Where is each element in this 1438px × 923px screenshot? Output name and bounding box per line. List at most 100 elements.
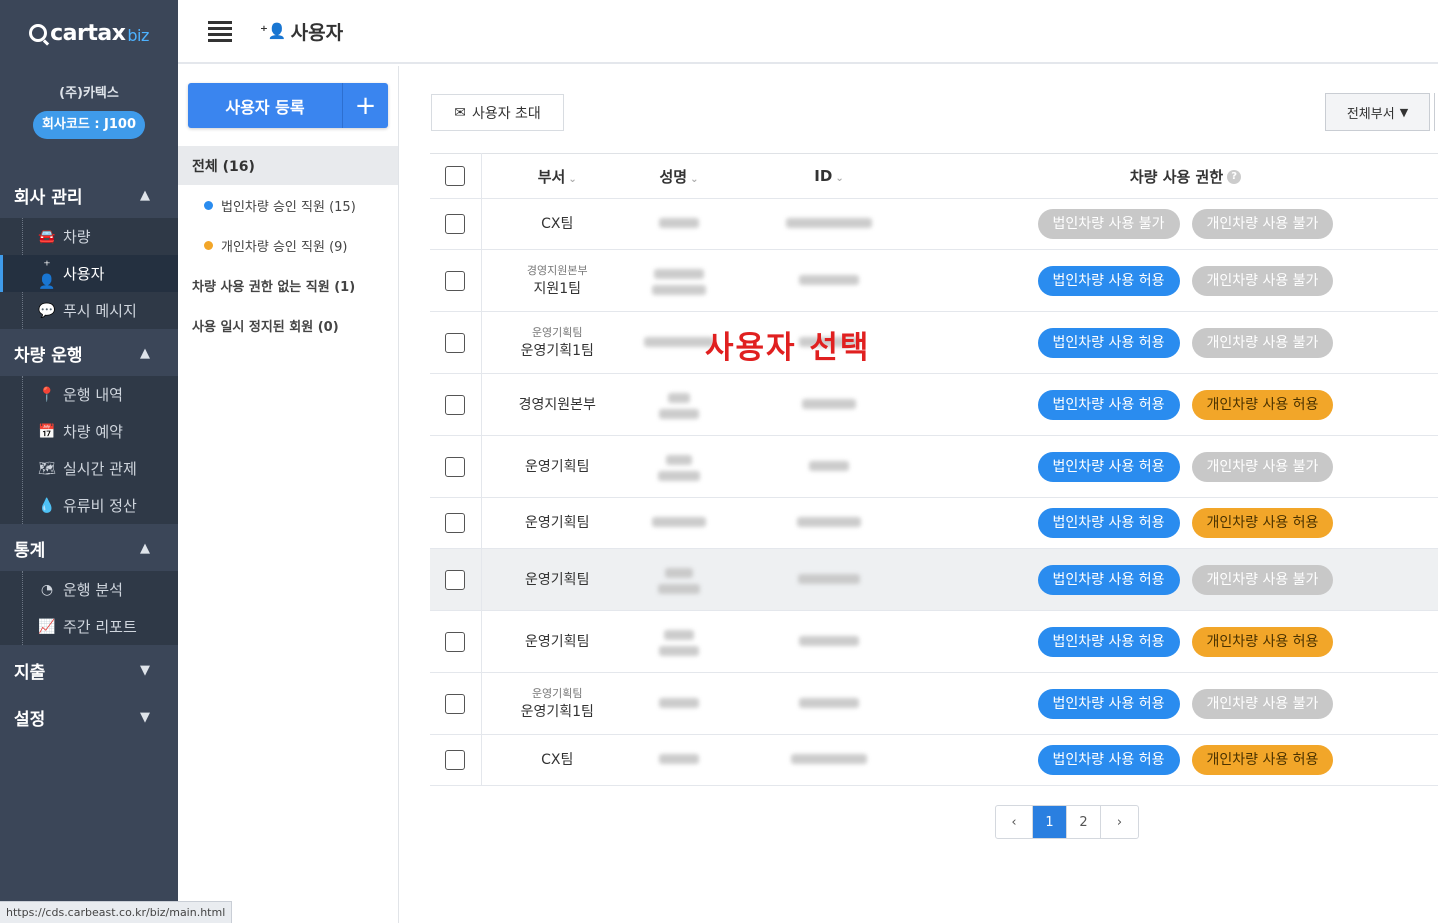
menu-head-label: 회사 관리 xyxy=(14,187,83,208)
logo[interactable]: cartax biz xyxy=(0,0,178,66)
sidebar-item-label: 운행 분석 xyxy=(63,581,123,599)
row-checkbox[interactable] xyxy=(445,569,466,590)
personal-permission-badge[interactable]: 개인차량 사용 허용 xyxy=(1191,389,1334,420)
menu-head-settings[interactable]: 설정 ▼ xyxy=(0,694,178,740)
permission-cell: 법인차량 사용 허용 개인차량 사용 허용 xyxy=(933,610,1438,673)
filter-corp-approved[interactable]: 법인차량 승인 직원 (15) xyxy=(204,196,356,215)
annotation-text: 사용자 선택 xyxy=(705,330,871,366)
sidebar-item-driving-history[interactable]: 📍 운행 내역 xyxy=(0,376,178,413)
row-checkbox[interactable] xyxy=(445,270,466,291)
header-id[interactable]: ID ⌄ xyxy=(725,153,933,199)
table-row[interactable]: 경영지원본부 법인차량 사용 허용 개인차량 사용 허용 xyxy=(430,373,1438,436)
sidebar-item-push-message[interactable]: 💬 푸시 메시지 xyxy=(0,292,178,329)
row-checkbox[interactable] xyxy=(445,394,466,415)
filter-panel: 사용자 등록 + 전체 (16) 법인차량 승인 직원 (15) 개인차량 승인… xyxy=(178,66,399,923)
id-cell xyxy=(725,610,933,673)
dept-cell: 운영기획팀 xyxy=(481,548,633,611)
row-checkbox-cell xyxy=(430,249,482,312)
filter-all[interactable]: 전체 (16) xyxy=(178,146,398,185)
filter-personal-approved[interactable]: 개인차량 승인 직원 (9) xyxy=(204,236,348,255)
sidebar-item-users[interactable]: ⁺👤 사용자 xyxy=(0,255,178,292)
register-user-button[interactable]: 사용자 등록 + xyxy=(188,83,388,128)
sidebar-item-realtime[interactable]: 🗺 실시간 관제 xyxy=(0,450,178,487)
personal-permission-badge[interactable]: 개인차량 사용 불가 xyxy=(1191,451,1334,482)
table-row[interactable]: 운영기획팀 법인차량 사용 허용 개인차량 사용 불가 xyxy=(430,435,1438,498)
corp-permission-badge[interactable]: 법인차량 사용 허용 xyxy=(1037,626,1180,657)
header-checkbox-cell xyxy=(430,153,482,199)
dept-parent: 경영지원본부 xyxy=(526,263,588,277)
page-2-button[interactable]: 2 xyxy=(1067,806,1101,838)
row-checkbox[interactable] xyxy=(445,214,466,234)
menu-toggle-icon[interactable] xyxy=(208,18,232,45)
personal-permission-badge[interactable]: 개인차량 사용 허용 xyxy=(1191,508,1334,538)
dept-name: 운영기획팀 xyxy=(525,458,590,475)
department-select[interactable]: 전체부서 ▼ xyxy=(1325,93,1430,131)
menu-head-expense[interactable]: 지출 ▼ xyxy=(0,647,178,693)
table-row[interactable]: 경영지원본부 지원1팀 법인차량 사용 허용 개인차량 사용 불가 xyxy=(430,249,1438,312)
next-page-button[interactable]: › xyxy=(1101,806,1138,838)
row-checkbox-cell xyxy=(430,198,482,250)
header-name-label: 성명 xyxy=(659,167,688,186)
corp-permission-badge[interactable]: 법인차량 사용 허용 xyxy=(1037,265,1180,296)
sidebar-item-analysis[interactable]: ◔ 운행 분석 xyxy=(0,571,178,608)
personal-permission-badge[interactable]: 개인차량 사용 불가 xyxy=(1191,688,1334,719)
personal-permission-badge[interactable]: 개인차량 사용 불가 xyxy=(1191,564,1334,595)
id-cell xyxy=(725,435,933,498)
personal-permission-badge[interactable]: 개인차량 사용 불가 xyxy=(1191,209,1334,239)
sidebar-item-fuel[interactable]: 💧 유류비 정산 xyxy=(0,487,178,524)
filter-suspended[interactable]: 사용 일시 정지된 회원 (0) xyxy=(192,316,339,335)
filter-no-permission[interactable]: 차량 사용 권한 없는 직원 (1) xyxy=(192,276,355,295)
corp-permission-badge[interactable]: 법인차량 사용 허용 xyxy=(1037,564,1180,595)
menu-head-stats[interactable]: 통계 ▲ xyxy=(0,525,178,571)
table-row[interactable]: 운영기획팀 운영기획1팀 법인차량 사용 허용 개인차량 사용 불가 xyxy=(430,672,1438,735)
row-checkbox[interactable] xyxy=(445,456,466,477)
table-row[interactable]: 운영기획팀 법인차량 사용 허용 개인차량 사용 허용 xyxy=(430,610,1438,673)
menu-group-driving: 차량 운행 ▲ 📍 운행 내역 📅 차량 예약 🗺 실시간 관제 💧 유류비 정… xyxy=(0,330,178,524)
redacted-id xyxy=(797,517,861,527)
row-checkbox[interactable] xyxy=(445,332,466,353)
table-header-row: 부서 ⌄ 성명 ⌄ ID ⌄ 차량 사용 권한? xyxy=(430,153,1438,199)
row-checkbox[interactable] xyxy=(445,693,466,714)
sidebar-item-reservation[interactable]: 📅 차량 예약 xyxy=(0,413,178,450)
user-add-icon: ⁺👤 xyxy=(260,22,287,40)
header-dept[interactable]: 부서 ⌄ xyxy=(481,153,633,199)
sidebar-item-weekly-report[interactable]: 📈 주간 리포트 xyxy=(0,608,178,645)
corp-permission-badge[interactable]: 법인차량 사용 허용 xyxy=(1037,688,1180,719)
table-row[interactable]: 운영기획팀 법인차량 사용 허용 개인차량 사용 허용 xyxy=(430,497,1438,549)
menu-head-label: 지출 xyxy=(14,662,46,683)
help-icon[interactable]: ? xyxy=(1227,170,1242,184)
sidebar-item-vehicle[interactable]: 🚘 차량 xyxy=(0,218,178,255)
corp-permission-badge[interactable]: 법인차량 사용 허용 xyxy=(1037,327,1180,358)
row-checkbox[interactable] xyxy=(445,750,466,770)
chevron-up-icon: ▲ xyxy=(140,540,150,556)
table-row[interactable]: 운영기획팀 법인차량 사용 허용 개인차량 사용 불가 xyxy=(430,548,1438,611)
personal-permission-badge[interactable]: 개인차량 사용 불가 xyxy=(1191,327,1334,358)
menu-head-company[interactable]: 회사 관리 ▲ xyxy=(0,172,178,218)
table-row[interactable]: 운영기획팀 운영기획1팀 법인차량 사용 허용 개인차량 사용 불가 xyxy=(430,311,1438,374)
corp-permission-badge[interactable]: 법인차량 사용 허용 xyxy=(1037,508,1180,538)
row-checkbox[interactable] xyxy=(445,513,466,533)
corp-permission-badge[interactable]: 법인차량 사용 불가 xyxy=(1037,209,1180,239)
personal-permission-badge[interactable]: 개인차량 사용 허용 xyxy=(1191,626,1334,657)
table-row[interactable]: CX팀 법인차량 사용 불가 개인차량 사용 불가 xyxy=(430,198,1438,250)
row-checkbox[interactable] xyxy=(445,631,466,652)
permission-cell: 법인차량 사용 허용 개인차량 사용 허용 xyxy=(933,497,1438,549)
menu-head-driving[interactable]: 차량 운행 ▲ xyxy=(0,330,178,376)
select-all-checkbox[interactable] xyxy=(445,166,466,186)
header-id-label: ID xyxy=(814,167,833,185)
invite-user-button[interactable]: ✉ 사용자 초대 xyxy=(431,94,564,131)
page-1-button[interactable]: 1 xyxy=(1033,806,1067,838)
personal-permission-badge[interactable]: 개인차량 사용 허용 xyxy=(1191,745,1334,775)
page-title-text: 사용자 xyxy=(290,21,344,44)
table-row[interactable]: CX팀 법인차량 사용 허용 개인차량 사용 허용 xyxy=(430,734,1438,786)
header-name[interactable]: 성명 ⌄ xyxy=(633,153,725,199)
prev-page-button[interactable]: ‹ xyxy=(996,806,1033,838)
corp-permission-badge[interactable]: 법인차량 사용 허용 xyxy=(1037,451,1180,482)
chevron-up-icon: ▲ xyxy=(140,187,150,203)
corp-permission-badge[interactable]: 법인차량 사용 허용 xyxy=(1037,389,1180,420)
personal-permission-badge[interactable]: 개인차량 사용 불가 xyxy=(1191,265,1334,296)
sidebar-item-label: 푸시 메시지 xyxy=(63,302,137,320)
dept-name: CX팀 xyxy=(541,216,574,232)
corp-permission-badge[interactable]: 법인차량 사용 허용 xyxy=(1037,745,1180,775)
company-name: (주)카텍스 xyxy=(59,86,119,101)
